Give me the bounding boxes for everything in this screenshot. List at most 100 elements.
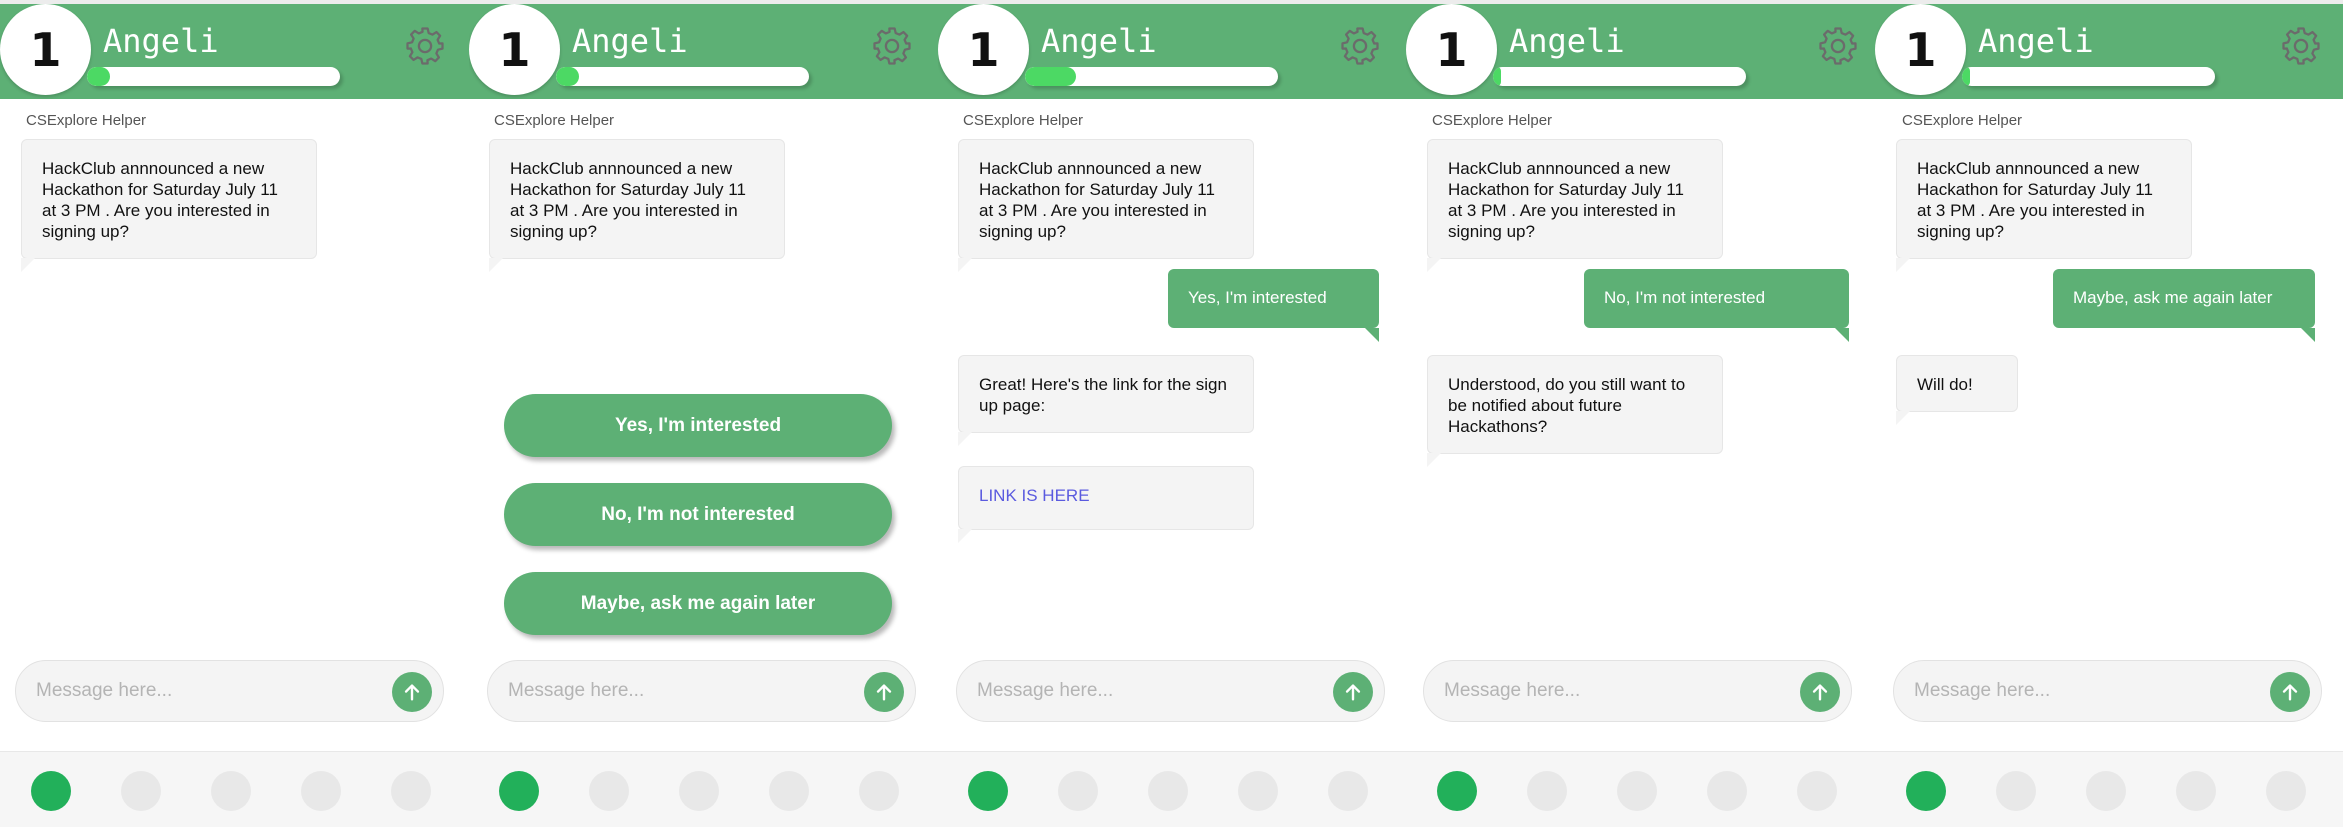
nav-dot-2[interactable] bbox=[121, 771, 161, 811]
option-button-maybe[interactable]: Maybe, ask me again later bbox=[504, 572, 892, 635]
nav-dot-3[interactable] bbox=[2086, 771, 2126, 811]
send-button[interactable] bbox=[2270, 672, 2310, 712]
message-input[interactable] bbox=[36, 661, 376, 721]
send-button[interactable] bbox=[1333, 672, 1373, 712]
xp-progress-fill bbox=[1962, 67, 1970, 86]
arrow-up-icon bbox=[876, 684, 892, 701]
nav-dot-2[interactable] bbox=[1996, 771, 2036, 811]
nav-dot-2[interactable] bbox=[1527, 771, 1567, 811]
option-button-yes[interactable]: Yes, I'm interested bbox=[504, 394, 892, 457]
bot-message: Understood, do you still want to be noti… bbox=[1427, 355, 1723, 467]
arrow-up-icon bbox=[1345, 684, 1361, 701]
nav-dot-4[interactable] bbox=[2176, 771, 2216, 811]
chat-screen-3: 1 Angeli CSExplore Helper HackClub annno… bbox=[938, 4, 1407, 827]
chat-area: CSExplore Helper HackClub annnounced a n… bbox=[469, 99, 938, 656]
message-input[interactable] bbox=[1914, 661, 2254, 721]
bot-message: HackClub annnounced a new Hackathon for … bbox=[958, 139, 1254, 272]
xp-progress-bar bbox=[87, 67, 340, 86]
nav-dot-3[interactable] bbox=[1148, 771, 1188, 811]
user-name: Angeli bbox=[1041, 22, 1157, 60]
nav-dot-5[interactable] bbox=[2266, 771, 2306, 811]
nav-dot-2[interactable] bbox=[1058, 771, 1098, 811]
nav-dot-1[interactable] bbox=[1437, 771, 1477, 811]
nav-dot-5[interactable] bbox=[391, 771, 431, 811]
arrow-up-icon bbox=[2282, 684, 2298, 701]
bottom-nav bbox=[469, 751, 938, 827]
app-header: 1 Angeli bbox=[1406, 4, 1875, 99]
option-button-no[interactable]: No, I'm not interested bbox=[504, 483, 892, 546]
sender-name: CSExplore Helper bbox=[963, 112, 1084, 129]
bottom-nav bbox=[1875, 751, 2343, 827]
nav-dot-3[interactable] bbox=[679, 771, 719, 811]
nav-dot-1[interactable] bbox=[968, 771, 1008, 811]
user-message: Yes, I'm interested bbox=[1168, 269, 1379, 342]
bottom-nav bbox=[0, 751, 469, 827]
message-composer bbox=[956, 660, 1385, 722]
chat-area: CSExplore Helper HackClub annnounced a n… bbox=[0, 99, 469, 656]
user-message: No, I'm not interested bbox=[1584, 269, 1849, 342]
send-button[interactable] bbox=[864, 672, 904, 712]
gear-icon[interactable] bbox=[1816, 24, 1860, 68]
xp-progress-fill bbox=[1493, 67, 1501, 86]
nav-dot-3[interactable] bbox=[211, 771, 251, 811]
bottom-nav bbox=[938, 751, 1407, 827]
bot-message: HackClub annnounced a new Hackathon for … bbox=[1896, 139, 2192, 272]
gear-icon[interactable] bbox=[1338, 24, 1382, 68]
user-name: Angeli bbox=[103, 22, 219, 60]
level-badge: 1 bbox=[1875, 4, 1966, 95]
sender-name: CSExplore Helper bbox=[494, 112, 615, 129]
app-header: 1 Angeli bbox=[938, 4, 1407, 99]
sender-name: CSExplore Helper bbox=[1902, 112, 2023, 129]
nav-dot-1[interactable] bbox=[31, 771, 71, 811]
nav-dot-1[interactable] bbox=[1906, 771, 1946, 811]
bot-message: Will do! bbox=[1896, 355, 2018, 425]
app-header: 1 Angeli bbox=[0, 4, 469, 99]
xp-progress-fill bbox=[1025, 67, 1076, 86]
level-badge: 1 bbox=[938, 4, 1029, 95]
nav-dot-4[interactable] bbox=[1238, 771, 1278, 811]
nav-dot-1[interactable] bbox=[499, 771, 539, 811]
chat-screen-1: 1 Angeli CSExplore Helper HackClub annno… bbox=[0, 4, 469, 827]
app-header: 1 Angeli bbox=[469, 4, 938, 99]
xp-progress-bar bbox=[556, 67, 809, 86]
bottom-nav bbox=[1406, 751, 1875, 827]
bot-message: HackClub annnounced a new Hackathon for … bbox=[489, 139, 785, 272]
user-name: Angeli bbox=[1978, 22, 2094, 60]
gear-icon[interactable] bbox=[870, 24, 914, 68]
message-input[interactable] bbox=[508, 661, 848, 721]
nav-dot-4[interactable] bbox=[1707, 771, 1747, 811]
send-button[interactable] bbox=[392, 672, 432, 712]
nav-dot-2[interactable] bbox=[589, 771, 629, 811]
nav-dot-5[interactable] bbox=[859, 771, 899, 811]
nav-dot-4[interactable] bbox=[769, 771, 809, 811]
bot-message: HackClub annnounced a new Hackathon for … bbox=[1427, 139, 1723, 272]
level-badge: 1 bbox=[469, 4, 560, 95]
arrow-up-icon bbox=[1812, 684, 1828, 701]
chat-area: CSExplore Helper HackClub annnounced a n… bbox=[938, 99, 1407, 656]
signup-link[interactable]: LINK IS HERE bbox=[979, 486, 1090, 505]
message-composer bbox=[487, 660, 916, 722]
sender-name: CSExplore Helper bbox=[1432, 112, 1553, 129]
chat-screen-4: 1 Angeli CSExplore Helper HackClub annno… bbox=[1406, 4, 1875, 827]
link-message: LINK IS HERE bbox=[958, 466, 1254, 543]
gear-icon[interactable] bbox=[2279, 24, 2323, 68]
message-composer bbox=[1423, 660, 1852, 722]
xp-progress-bar bbox=[1493, 67, 1746, 86]
chat-area: CSExplore Helper HackClub annnounced a n… bbox=[1406, 99, 1875, 656]
user-name: Angeli bbox=[572, 22, 688, 60]
nav-dot-5[interactable] bbox=[1797, 771, 1837, 811]
message-composer bbox=[1893, 660, 2322, 722]
send-button[interactable] bbox=[1800, 672, 1840, 712]
xp-progress-bar bbox=[1025, 67, 1278, 86]
nav-dot-5[interactable] bbox=[1328, 771, 1368, 811]
user-message: Maybe, ask me again later bbox=[2053, 269, 2315, 342]
xp-progress-bar bbox=[1962, 67, 2215, 86]
app-header: 1 Angeli bbox=[1875, 4, 2343, 99]
message-input[interactable] bbox=[1444, 661, 1784, 721]
nav-dot-3[interactable] bbox=[1617, 771, 1657, 811]
message-input[interactable] bbox=[977, 661, 1317, 721]
nav-dot-4[interactable] bbox=[301, 771, 341, 811]
user-name: Angeli bbox=[1509, 22, 1625, 60]
chat-screen-5: 1 Angeli CSExplore Helper HackClub annno… bbox=[1875, 4, 2343, 827]
gear-icon[interactable] bbox=[403, 24, 447, 68]
